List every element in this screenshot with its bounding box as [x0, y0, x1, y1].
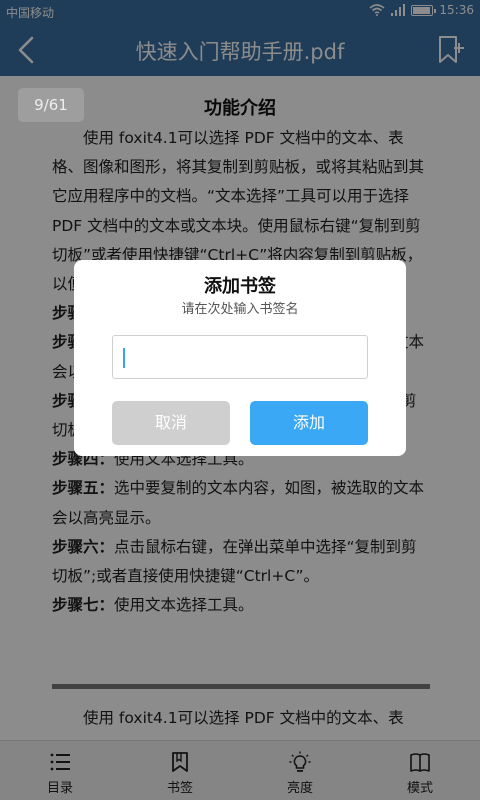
- bookmark-name-input[interactable]: [113, 336, 367, 378]
- cancel-button[interactable]: 取消: [112, 401, 230, 445]
- bookmark-name-field[interactable]: [112, 335, 368, 379]
- dialog-subtitle: 请在次处输入书签名: [181, 302, 299, 317]
- dialog-title: 添加书签: [204, 276, 276, 297]
- page-indicator: 9/61: [18, 88, 84, 122]
- add-button[interactable]: 添加: [250, 401, 368, 445]
- text-cursor: [123, 348, 125, 368]
- add-bookmark-dialog: 添加书签 请在次处输入书签名 取消 添加: [74, 260, 406, 456]
